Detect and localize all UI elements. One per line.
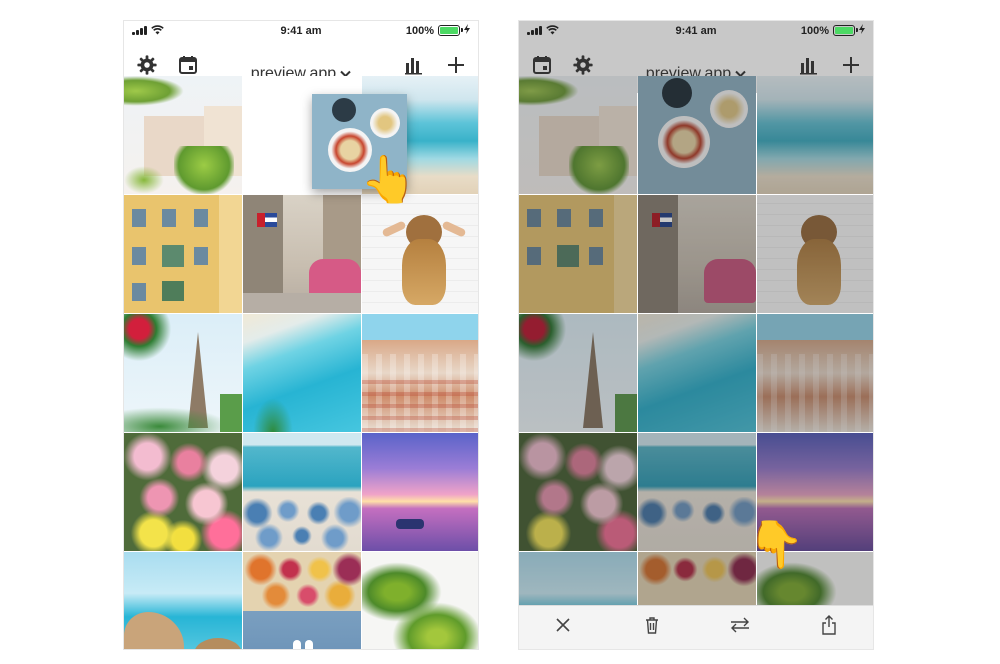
photo-tile-umbrella-beach[interactable] — [243, 433, 361, 551]
photo-grid — [519, 76, 873, 606]
battery-icon — [833, 25, 858, 36]
swap-button[interactable] — [725, 613, 755, 643]
share-icon — [821, 615, 837, 640]
charging-icon — [464, 24, 470, 37]
photo-tile-flowers[interactable] — [124, 433, 242, 551]
photo-tile-coastal-town[interactable] — [757, 314, 873, 432]
swap-icon — [729, 617, 751, 638]
photo-tile-coast-rocks[interactable] — [124, 552, 242, 649]
phone-screen-right: 9:41 am 100% preview.app 👇 — [518, 20, 874, 650]
photo-tile-cuba-street[interactable] — [243, 195, 361, 313]
photo-tile-palm-building[interactable] — [519, 76, 637, 194]
pointing-down-hand-icon: 👇 — [747, 518, 805, 570]
close-button[interactable] — [548, 613, 578, 643]
photo-tile-ocean-beach[interactable] — [757, 76, 873, 194]
photo-tile-eiffel-tower[interactable] — [519, 314, 637, 432]
photo-grid — [124, 76, 478, 649]
charging-icon — [859, 24, 865, 37]
photo-tile-palm-building[interactable] — [124, 76, 242, 194]
photo-tile-eiffel-tower[interactable] — [124, 314, 242, 432]
photo-tile-blue-beach[interactable] — [638, 314, 756, 432]
photo-tile-woman-hair[interactable] — [757, 195, 873, 313]
battery-icon — [438, 25, 463, 36]
battery-percent: 100% — [405, 24, 434, 37]
photo-tile-blue-beach[interactable] — [243, 314, 361, 432]
photo-tile-yellow-building[interactable] — [124, 195, 242, 313]
status-bar: 9:41 am 100% — [124, 21, 478, 41]
trash-icon — [644, 616, 660, 639]
photo-tile-purple-sunset[interactable] — [362, 433, 478, 551]
close-icon — [555, 617, 571, 638]
photo-tile-food-market[interactable] — [638, 552, 756, 606]
phone-screen-left: 9:41 am 100% preview.app 👆 — [123, 20, 479, 650]
selection-action-bar — [519, 605, 873, 649]
photo-tile-cuba-street[interactable] — [638, 195, 756, 313]
share-button[interactable] — [814, 613, 844, 643]
photo-tile-food-market[interactable] — [243, 552, 361, 649]
photo-tile-woman-hair[interactable] — [362, 195, 478, 313]
battery-percent: 100% — [800, 24, 829, 37]
delete-button[interactable] — [637, 613, 667, 643]
photo-tile-coast-rocks[interactable] — [519, 552, 637, 606]
photo-tile-coastal-town[interactable] — [362, 314, 478, 432]
photo-tile-palm-leaves[interactable] — [362, 552, 478, 649]
photo-tile-breakfast[interactable] — [638, 76, 756, 194]
status-bar: 9:41 am 100% — [519, 21, 873, 41]
pointing-hand-icon: 👆 — [360, 153, 418, 205]
photo-tile-flowers[interactable] — [519, 433, 637, 551]
photo-tile-yellow-building[interactable] — [519, 195, 637, 313]
photo-tile-umbrella-beach[interactable] — [638, 433, 756, 551]
